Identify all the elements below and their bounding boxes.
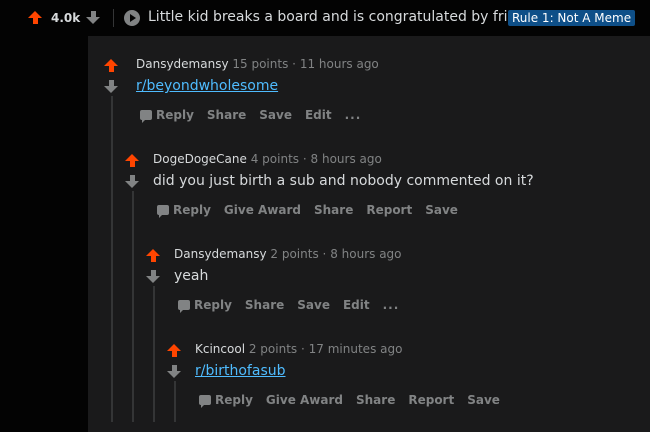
upvote-icon[interactable] (146, 249, 160, 262)
upvote-icon[interactable] (167, 344, 181, 357)
subreddit-link[interactable]: r/birthofasub (195, 363, 286, 379)
upvote-icon[interactable] (104, 59, 118, 72)
thread-line-3[interactable] (153, 286, 155, 422)
play-icon[interactable] (124, 10, 140, 26)
downvote-icon[interactable] (86, 11, 100, 24)
reply-button[interactable]: Reply (140, 108, 194, 123)
header-divider (113, 9, 114, 27)
comment-author[interactable]: Kcincool (195, 342, 245, 356)
comment-author[interactable]: Dansydemansy (136, 57, 229, 71)
comment-author[interactable]: DogeDogeCane (153, 152, 247, 166)
comment-points: 15 points (232, 57, 289, 71)
save-button[interactable]: Save (425, 203, 458, 217)
comment-actions: Reply Share Save Edit... (140, 108, 374, 123)
reply-button[interactable]: Reply (199, 393, 253, 408)
reply-button[interactable]: Reply (157, 203, 211, 218)
comment-body: r/birthofasub (195, 363, 286, 379)
comment-time[interactable]: 11 hours ago (300, 57, 379, 71)
comment-actions: Reply Give Award Share Report Save (199, 393, 513, 408)
upvote-icon[interactable] (28, 11, 42, 24)
thread-line-2[interactable] (132, 191, 134, 422)
comment-actions: Reply Share Save Edit... (178, 298, 412, 313)
comment-time[interactable]: 17 minutes ago (309, 342, 403, 356)
comment-meta: Kcincool 2 points · 17 minutes ago (195, 342, 402, 356)
subreddit-link[interactable]: r/beyondwholesome (136, 78, 278, 94)
left-gutter (0, 36, 88, 432)
give-award-button[interactable]: Give Award (224, 203, 301, 217)
more-options-icon[interactable]: ... (383, 298, 400, 312)
meta-separator: · (302, 152, 307, 166)
meta-separator: · (322, 247, 327, 261)
comment-points: 2 points (270, 247, 319, 261)
save-button[interactable]: Save (467, 393, 500, 407)
more-options-icon[interactable]: ... (345, 108, 362, 122)
downvote-icon[interactable] (125, 175, 139, 188)
share-button[interactable]: Share (356, 393, 395, 407)
post-title[interactable]: Little kid breaks a board and is congrat… (148, 9, 541, 25)
reply-icon (140, 110, 152, 123)
comment-meta: Dansydemansy 15 points · 11 hours ago (136, 57, 379, 71)
reply-icon (157, 205, 169, 218)
save-button[interactable]: Save (297, 298, 330, 312)
comment-author[interactable]: Dansydemansy (174, 247, 267, 261)
edit-button[interactable]: Edit (343, 298, 370, 312)
comment-body: yeah (174, 268, 209, 284)
report-button[interactable]: Report (366, 203, 412, 217)
comment-meta: Dansydemansy 2 points · 8 hours ago (174, 247, 402, 261)
comment-meta: DogeDogeCane 4 points · 8 hours ago (153, 152, 382, 166)
comment-actions: Reply Give Award Share Report Save (157, 203, 471, 218)
downvote-icon[interactable] (167, 365, 181, 378)
post-header-bar: 4.0k Little kid breaks a board and is co… (0, 0, 650, 36)
reply-button[interactable]: Reply (178, 298, 232, 313)
meta-separator: · (292, 57, 296, 71)
post-score: 4.0k (51, 11, 81, 25)
report-button[interactable]: Report (408, 393, 454, 407)
reply-icon (199, 395, 211, 408)
meta-separator: · (301, 342, 305, 356)
share-button[interactable]: Share (314, 203, 353, 217)
comment-time[interactable]: 8 hours ago (311, 152, 382, 166)
give-award-button[interactable]: Give Award (266, 393, 343, 407)
downvote-icon[interactable] (104, 80, 118, 93)
thread-line-4[interactable] (174, 381, 176, 422)
save-button[interactable]: Save (259, 108, 292, 122)
comment-body: r/beyondwholesome (136, 78, 278, 94)
comment-points: 2 points (248, 342, 298, 356)
upvote-icon[interactable] (125, 154, 139, 167)
comment-body: did you just birth a sub and nobody comm… (153, 173, 534, 189)
edit-button[interactable]: Edit (305, 108, 332, 122)
share-button[interactable]: Share (245, 298, 284, 312)
downvote-icon[interactable] (146, 270, 160, 283)
share-button[interactable]: Share (207, 108, 246, 122)
thread-line-1[interactable] (111, 96, 113, 422)
post-flair[interactable]: Rule 1: Not A Meme (508, 10, 636, 26)
comment-points: 4 points (250, 152, 300, 166)
comment-time[interactable]: 8 hours ago (330, 247, 401, 261)
reply-icon (178, 300, 190, 313)
